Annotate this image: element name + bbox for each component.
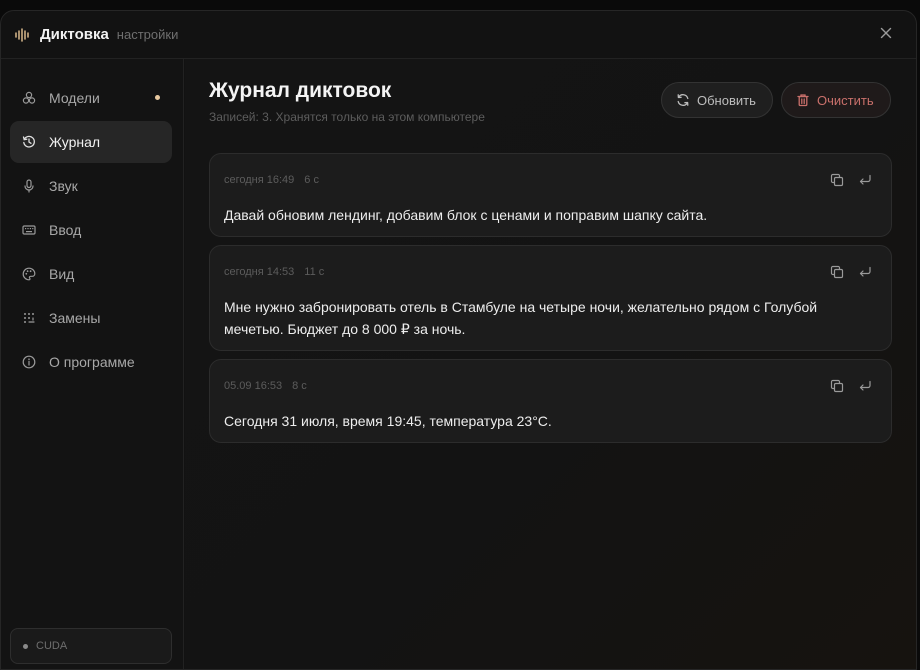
palette-icon xyxy=(22,267,36,281)
waveform-icon xyxy=(15,27,31,43)
sidebar-item-about[interactable]: О программе xyxy=(10,341,172,383)
history-icon xyxy=(22,135,36,149)
entry-meta: сегодня 16:49 6 с xyxy=(224,174,319,186)
sidebar-item-label: Ввод xyxy=(49,222,82,238)
entry-actions xyxy=(817,378,873,394)
app-window: Диктовка настройки Модели Журнал Звук Вв… xyxy=(0,10,917,670)
sidebar-item-label: О программе xyxy=(49,354,135,370)
device-status-label: CUDA xyxy=(36,640,68,652)
sidebar-item-journal[interactable]: Журнал xyxy=(10,121,172,163)
models-icon xyxy=(22,91,36,105)
journal-entry: сегодня 16:49 6 с Давай обновим лендинг, … xyxy=(209,153,892,237)
entry-time: сегодня 16:49 xyxy=(224,174,295,186)
sidebar-item-sound[interactable]: Звук xyxy=(10,165,172,207)
sidebar-item-input[interactable]: Ввод xyxy=(10,209,172,251)
sidebar-item-replacements[interactable]: Замены xyxy=(10,297,172,339)
entry-duration: 11 с xyxy=(304,266,325,278)
app-title: Диктовка xyxy=(40,26,109,43)
trash-icon xyxy=(796,93,810,107)
entry-actions xyxy=(817,264,873,280)
sidebar-item-models[interactable]: Модели xyxy=(10,77,172,119)
entry-duration: 6 с xyxy=(304,174,319,186)
entry-time: 05.09 16:53 xyxy=(224,380,283,392)
sidebar-nav: Модели Журнал Звук Ввод Вид Замены О про… xyxy=(10,77,172,385)
app-subtitle: настройки xyxy=(116,27,179,42)
entry-text: Давай обновим лендинг, добавим блок с це… xyxy=(224,207,708,223)
copy-icon[interactable] xyxy=(829,172,845,188)
entry-actions xyxy=(817,172,873,188)
entry-meta: 05.09 16:53 8 с xyxy=(224,380,307,392)
copy-icon[interactable] xyxy=(829,264,845,280)
device-status-badge: CUDA xyxy=(10,628,172,664)
replace-icon xyxy=(22,311,36,325)
info-icon xyxy=(22,355,36,369)
insert-return-icon[interactable] xyxy=(857,264,873,280)
keyboard-icon xyxy=(22,223,36,237)
sidebar-item-appearance[interactable]: Вид xyxy=(10,253,172,295)
entry-meta: сегодня 14:53 11 с xyxy=(224,266,324,278)
update-indicator xyxy=(155,95,160,100)
clear-button[interactable]: Очистить xyxy=(781,82,891,118)
sidebar-item-label: Звук xyxy=(49,178,78,194)
sidebar-item-label: Вид xyxy=(49,266,75,282)
close-button[interactable] xyxy=(876,25,896,45)
clear-label: Очистить xyxy=(817,92,874,108)
refresh-button[interactable]: Обновить xyxy=(661,82,773,118)
sidebar-item-label: Модели xyxy=(49,90,100,106)
entry-time: сегодня 14:53 xyxy=(224,266,295,278)
insert-return-icon[interactable] xyxy=(857,378,873,394)
journal-entry: сегодня 14:53 11 с Мне нужно забронироват… xyxy=(209,245,892,351)
insert-return-icon[interactable] xyxy=(857,172,873,188)
page-title: Журнал диктовок xyxy=(209,79,392,102)
sidebar: Модели Журнал Звук Ввод Вид Замены О про… xyxy=(1,59,184,669)
copy-icon[interactable] xyxy=(829,378,845,394)
microphone-icon xyxy=(22,179,36,193)
sidebar-item-label: Журнал xyxy=(49,134,101,150)
journal-entry: 05.09 16:53 8 с Сегодня 31 июля, время 19… xyxy=(209,359,892,443)
entry-text: Мне нужно забронировать отель в Стамбуле… xyxy=(224,299,818,337)
status-dot-icon xyxy=(23,643,28,649)
page-subtitle: Записей: 3. Хранятся только на этом комп… xyxy=(209,110,485,124)
refresh-label: Обновить xyxy=(697,92,756,108)
sidebar-item-label: Замены xyxy=(49,310,101,326)
close-icon xyxy=(880,26,892,44)
entry-duration: 8 с xyxy=(292,380,307,392)
refresh-icon xyxy=(676,93,690,107)
titlebar: Диктовка настройки xyxy=(1,11,916,59)
journal-panel: Журнал диктовок Записей: 3. Хранятся тол… xyxy=(185,59,916,669)
entry-text: Сегодня 31 июля, время 19:45, температур… xyxy=(224,413,552,429)
